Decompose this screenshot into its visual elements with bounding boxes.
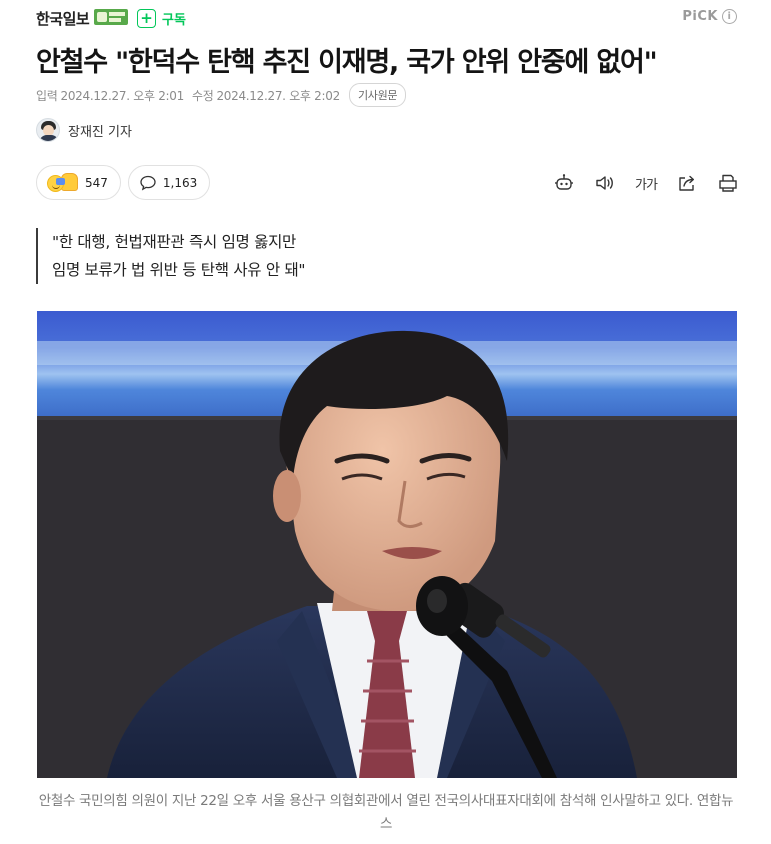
summary-line: "한 대행, 헌법재판관 즉시 임명 옳지만 bbox=[52, 233, 296, 251]
font-size-button[interactable]: 가가 bbox=[633, 170, 659, 196]
share-icon bbox=[679, 175, 694, 191]
article-dates: 입력 2024.12.27. 오후 2:01 수정 2024.12.27. 오후… bbox=[36, 83, 407, 107]
reaction-count: 547 bbox=[85, 175, 108, 190]
plus-icon: + bbox=[137, 8, 156, 28]
print-button[interactable] bbox=[715, 170, 741, 196]
print-icon bbox=[719, 174, 737, 192]
audio-icon bbox=[596, 176, 613, 190]
press-logo[interactable]: 한국일보 bbox=[36, 8, 90, 29]
article-summary: "한 대행, 헌법재판관 즉시 임명 옳지만 임명 보류가 법 위반 등 탄핵 … bbox=[36, 228, 306, 284]
modified-datetime: 2024.12.27. 오후 2:02 bbox=[216, 88, 340, 103]
reporter-name: 장재진 기자 bbox=[68, 124, 132, 140]
share-button[interactable] bbox=[674, 170, 700, 196]
comment-button[interactable]: 1,163 bbox=[127, 165, 211, 200]
comment-count: 1,163 bbox=[162, 175, 198, 190]
reaction-bar: 547 1,163 bbox=[36, 165, 211, 200]
reaction-button[interactable]: 547 bbox=[36, 165, 121, 200]
summary-bot-button[interactable] bbox=[551, 170, 577, 196]
reporter-avatar bbox=[36, 118, 60, 142]
article-photo[interactable] bbox=[37, 311, 737, 778]
press-badge-icon bbox=[94, 9, 128, 25]
subscribe-button[interactable]: + 구독 bbox=[137, 7, 186, 29]
comment-icon bbox=[140, 175, 156, 191]
top-bar: 한국일보 + 구독 PiCK i bbox=[0, 0, 771, 36]
pick-badge[interactable]: PiCK i bbox=[682, 9, 737, 24]
summary-bot-icon bbox=[555, 174, 573, 190]
article-headline: 안철수 "한덕수 탄핵 추진 이재명, 국가 안위 안중에 없어" bbox=[36, 47, 658, 78]
audio-button[interactable] bbox=[592, 170, 618, 196]
summary-line: 임명 보류가 법 위반 등 탄핵 사유 안 돼" bbox=[52, 261, 306, 279]
photo-caption: 안철수 국민의힘 의원이 지난 22일 오후 서울 용산구 의협회관에서 열린 … bbox=[38, 793, 734, 832]
subscribe-label: 구독 bbox=[162, 12, 186, 28]
info-icon[interactable]: i bbox=[722, 9, 737, 24]
published-label: 입력 bbox=[36, 88, 58, 103]
reaction-emoji-icon bbox=[47, 172, 79, 193]
published-datetime: 2024.12.27. 오후 2:01 bbox=[60, 88, 184, 103]
article-toolbar: 가가 bbox=[551, 170, 741, 196]
pick-label: PiCK bbox=[682, 9, 718, 24]
font-size-icon: 가가 bbox=[635, 177, 658, 193]
modified-label: 수정 bbox=[191, 88, 214, 103]
reporter-byline[interactable]: 장재진 기자 bbox=[36, 118, 132, 142]
photo-illustration bbox=[37, 311, 737, 778]
original-article-button[interactable]: 기사원문 bbox=[348, 83, 407, 107]
